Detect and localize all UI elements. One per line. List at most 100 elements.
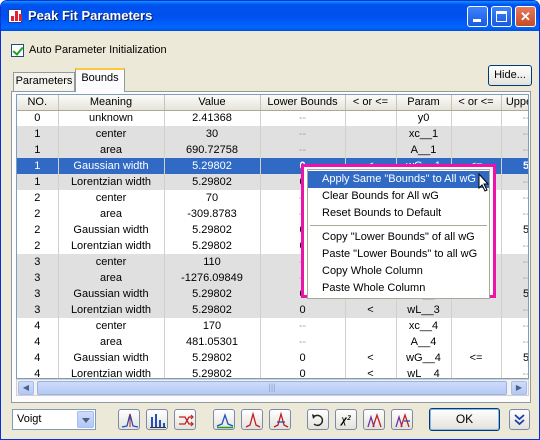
scroll-left-arrow-icon[interactable]: ◀ <box>18 381 34 395</box>
fit-until-converge-icon[interactable] <box>391 409 413 430</box>
cell-upper-operator[interactable] <box>451 126 502 142</box>
scroll-right-arrow-icon[interactable]: ▶ <box>511 381 527 395</box>
cell-value[interactable]: -1276.09849 <box>164 270 261 286</box>
horizontal-scrollbar[interactable]: ◀ ||| ▶ <box>16 379 529 396</box>
context-menu-item[interactable]: Paste Whole Column <box>308 280 489 297</box>
cell-param[interactable]: xc__1 <box>396 126 452 142</box>
context-menu-item[interactable]: Reset Bounds to Default <box>308 205 489 222</box>
cell-no[interactable]: 1 <box>17 126 59 142</box>
tab-bounds[interactable]: Bounds <box>75 68 125 92</box>
column-header[interactable]: < or <= <box>451 95 502 111</box>
tab-parameters[interactable]: Parameters <box>13 72 75 91</box>
cell-value[interactable]: 5.29802 <box>164 366 261 378</box>
scroll-thumb[interactable]: ||| <box>37 381 507 395</box>
cell-upper-bound[interactable]: -- <box>501 366 528 378</box>
cell-lower-bound[interactable]: 0 <box>260 302 346 318</box>
cell-upper-operator[interactable] <box>451 110 502 126</box>
table-row[interactable]: 3 Lorentzian width 5.29802 0 < wL__3 -- <box>17 302 528 318</box>
cell-lower-operator[interactable] <box>345 110 397 126</box>
cell-meaning[interactable]: Gaussian width <box>58 222 165 238</box>
undo-icon[interactable] <box>307 409 329 430</box>
cell-no[interactable]: 2 <box>17 190 59 206</box>
bars-icon[interactable] <box>146 409 168 430</box>
table-row[interactable]: 4 center 170 -- xc__4 -- <box>17 318 528 334</box>
cell-meaning[interactable]: area <box>58 270 165 286</box>
cell-meaning[interactable]: unknown <box>58 110 165 126</box>
iterate-icon[interactable] <box>363 409 385 430</box>
cell-lower-operator[interactable]: < <box>345 302 397 318</box>
maximize-button[interactable] <box>491 6 512 27</box>
cell-upper-operator[interactable]: <= <box>451 350 502 366</box>
cell-param[interactable]: wL__4 <box>396 366 452 378</box>
minimize-button[interactable] <box>467 6 488 27</box>
cell-no[interactable]: 3 <box>17 286 59 302</box>
cell-param[interactable]: wG__4 <box>396 350 452 366</box>
cell-meaning[interactable]: area <box>58 142 165 158</box>
cell-upper-operator[interactable] <box>451 366 502 378</box>
cell-value[interactable]: 5.29802 <box>164 238 261 254</box>
cell-value[interactable]: 5.29802 <box>164 174 261 190</box>
cell-lower-operator[interactable]: < <box>345 366 397 378</box>
shuffle-icon[interactable] <box>174 409 196 430</box>
cell-value[interactable]: 5.29802 <box>164 222 261 238</box>
cell-upper-operator[interactable] <box>451 318 502 334</box>
table-row[interactable]: 4 Lorentzian width 5.29802 0 < wL__4 -- <box>17 366 528 378</box>
cell-lower-operator[interactable] <box>345 142 397 158</box>
cell-value[interactable]: 5.29802 <box>164 302 261 318</box>
cell-no[interactable]: 1 <box>17 158 59 174</box>
cell-lower-bound[interactable]: 0 <box>260 366 346 378</box>
cell-upper-bound[interactable]: 5 <box>501 286 528 302</box>
cell-meaning[interactable]: Gaussian width <box>58 286 165 302</box>
cell-value[interactable]: 30 <box>164 126 261 142</box>
cell-upper-bound[interactable]: -- <box>501 302 528 318</box>
cell-no[interactable]: 2 <box>17 222 59 238</box>
cell-no[interactable]: 2 <box>17 206 59 222</box>
column-header[interactable]: NO. <box>17 95 59 111</box>
cell-upper-bound[interactable]: -- <box>501 254 528 270</box>
cell-upper-bound[interactable]: -- <box>501 190 528 206</box>
context-menu-item[interactable]: Apply Same "Bounds" to All wG <box>308 171 489 188</box>
cell-lower-operator[interactable]: < <box>345 350 397 366</box>
cell-upper-bound[interactable]: -- <box>501 318 528 334</box>
ok-button[interactable]: OK <box>429 408 500 431</box>
cell-lower-operator[interactable] <box>345 334 397 350</box>
cell-lower-bound[interactable]: -- <box>260 142 346 158</box>
column-header[interactable]: Param <box>396 95 452 111</box>
cell-no[interactable]: 4 <box>17 366 59 378</box>
cell-upper-bound[interactable]: -- <box>501 270 528 286</box>
cell-upper-operator[interactable] <box>451 142 502 158</box>
cell-param[interactable]: A__4 <box>396 334 452 350</box>
cell-param[interactable]: A__1 <box>396 142 452 158</box>
cell-value[interactable]: 110 <box>164 254 261 270</box>
table-row[interactable]: 1 center 30 -- xc__1 -- <box>17 126 528 142</box>
cell-value[interactable]: 170 <box>164 318 261 334</box>
cell-value[interactable]: 5.29802 <box>164 158 261 174</box>
cell-upper-operator[interactable] <box>451 302 502 318</box>
column-header[interactable]: Value <box>164 95 261 111</box>
table-row[interactable]: 0 unknown 2.41368 -- y0 -- <box>17 110 528 126</box>
expand-more-button[interactable] <box>509 409 530 430</box>
cell-value[interactable]: 5.29802 <box>164 286 261 302</box>
cell-upper-bound[interactable]: 5 <box>501 350 528 366</box>
cell-meaning[interactable]: Lorentzian width <box>58 238 165 254</box>
cell-no[interactable]: 2 <box>17 238 59 254</box>
table-row[interactable]: 4 Gaussian width 5.29802 0 < wG__4 <= 5 <box>17 350 528 366</box>
hide-button[interactable]: Hide... <box>488 65 532 86</box>
cell-upper-bound[interactable]: -- <box>501 110 528 126</box>
cell-upper-bound[interactable]: -- <box>501 238 528 254</box>
auto-init-checkbox[interactable] <box>11 44 24 57</box>
peak-outline-icon[interactable] <box>241 409 263 430</box>
cell-no[interactable]: 3 <box>17 254 59 270</box>
peak-icon[interactable] <box>118 409 140 430</box>
cell-lower-operator[interactable] <box>345 126 397 142</box>
cell-meaning[interactable]: center <box>58 318 165 334</box>
cell-upper-bound[interactable]: -- <box>501 334 528 350</box>
cell-param[interactable]: xc__4 <box>396 318 452 334</box>
cell-no[interactable]: 1 <box>17 174 59 190</box>
cell-meaning[interactable]: center <box>58 190 165 206</box>
cell-meaning[interactable]: area <box>58 334 165 350</box>
cell-meaning[interactable]: Lorentzian width <box>58 302 165 318</box>
cell-upper-bound[interactable]: 5 <box>501 158 528 174</box>
cell-value[interactable]: -309.8783 <box>164 206 261 222</box>
cell-no[interactable]: 3 <box>17 302 59 318</box>
